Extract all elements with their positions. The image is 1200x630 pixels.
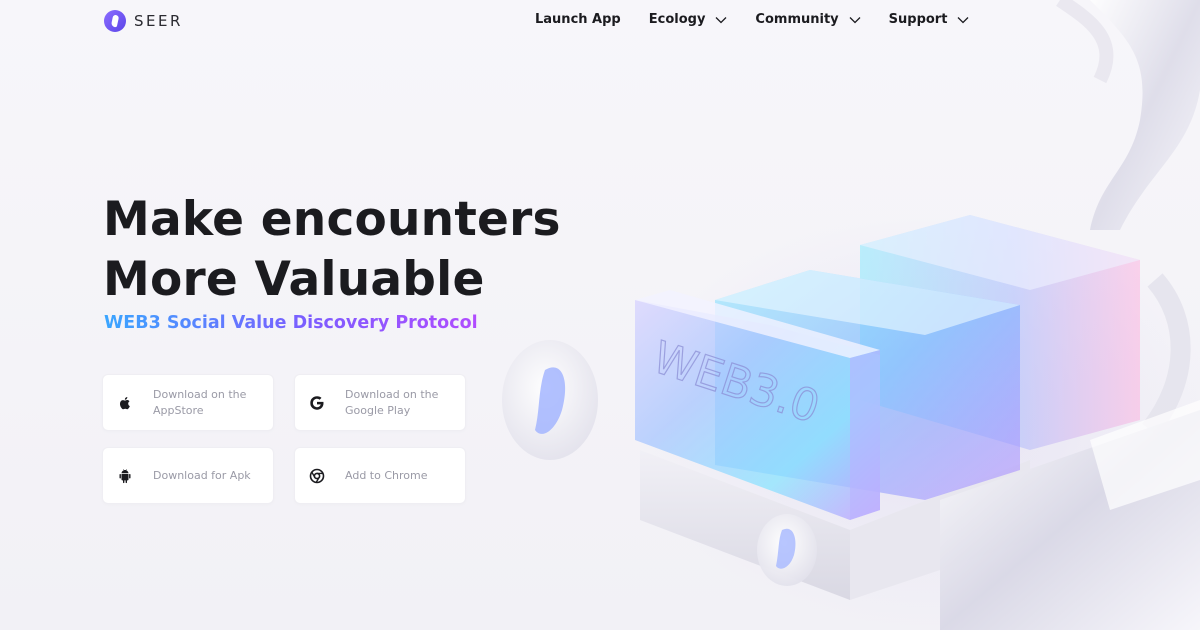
google-play-download-button[interactable]: Download on the Google Play <box>294 374 466 431</box>
seer-logo-icon <box>104 10 126 32</box>
nav-launch-app[interactable]: Launch App <box>535 12 621 27</box>
download-label: Add to Chrome <box>345 468 428 482</box>
download-label: Download for Apk <box>153 468 251 482</box>
chrome-extension-button[interactable]: Add to Chrome <box>294 447 466 504</box>
download-label: Download on the AppStore <box>153 387 247 417</box>
top-nav-bar: SEER Launch App Ecology Community Suppor… <box>0 0 1200 44</box>
apk-download-button[interactable]: Download for Apk <box>102 447 274 504</box>
brand-logo[interactable]: SEER <box>104 10 183 32</box>
hero-title-line-2: More Valuable <box>103 252 485 307</box>
chrome-icon <box>309 468 325 484</box>
nav-item-label: Launch App <box>535 12 621 27</box>
hero-title: Make encounters More Valuable <box>103 190 623 310</box>
brand-name: SEER <box>134 12 183 30</box>
hero-title-line-1: Make encounters <box>103 192 561 247</box>
appstore-download-button[interactable]: Download on the AppStore <box>102 374 274 431</box>
nav-item-label: Community <box>755 12 839 27</box>
chevron-down-icon <box>715 14 727 26</box>
hero-subtitle: WEB3 Social Value Discovery Protocol <box>104 313 478 333</box>
web3-glass-illustration: WEB3.0 <box>502 0 1200 630</box>
apple-icon <box>117 395 133 411</box>
google-icon <box>309 395 325 411</box>
android-icon <box>117 468 133 484</box>
chevron-down-icon <box>957 14 969 26</box>
nav-support[interactable]: Support <box>889 12 970 27</box>
nav-community[interactable]: Community <box>755 12 861 27</box>
nav-item-label: Ecology <box>648 12 706 27</box>
chevron-down-icon <box>849 14 861 26</box>
main-nav: Launch App Ecology Community Support <box>535 12 997 27</box>
nav-ecology[interactable]: Ecology <box>649 12 728 27</box>
download-label: Download on the Google Play <box>345 387 439 417</box>
nav-item-label: Support <box>888 12 948 27</box>
